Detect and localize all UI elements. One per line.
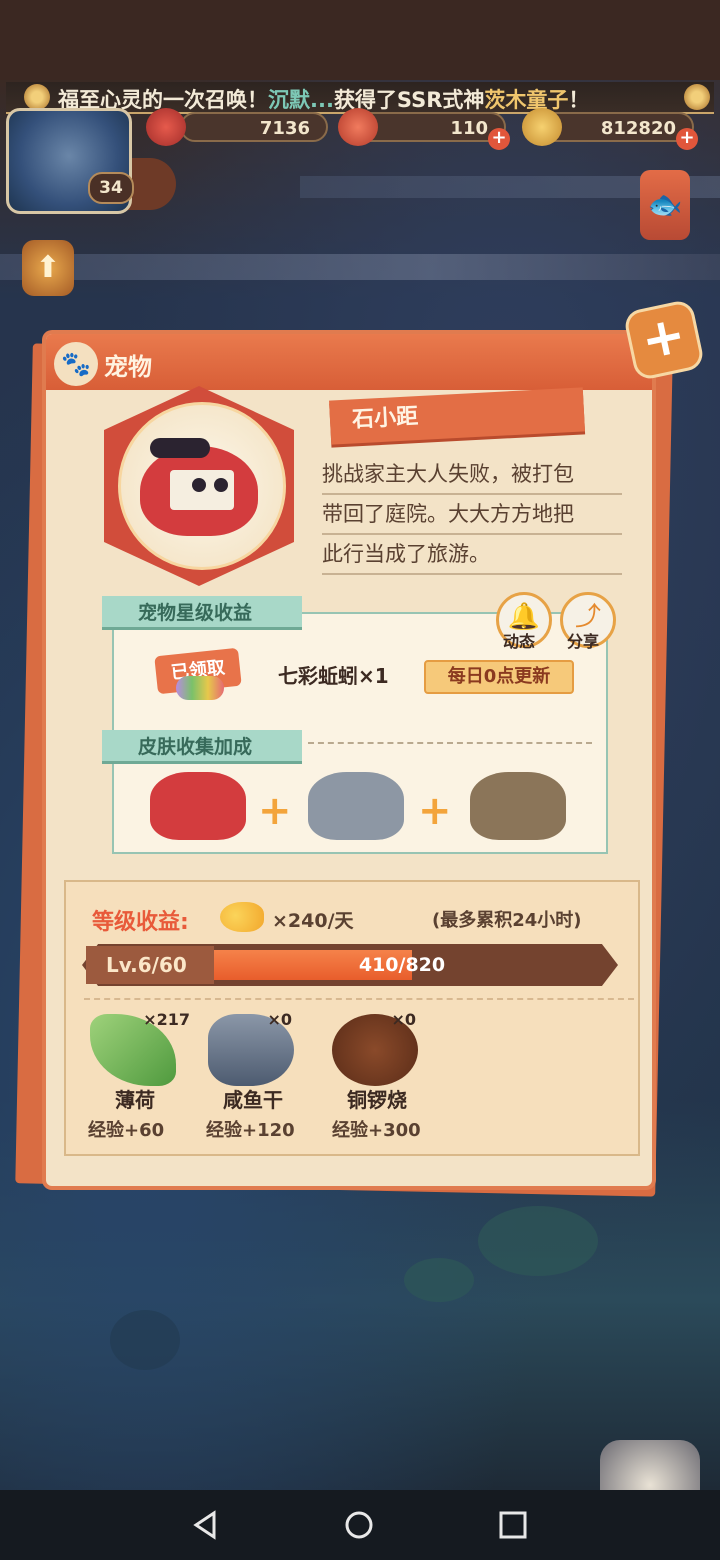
gold-counter: 812820 xyxy=(540,112,694,142)
food-item-dried-fish[interactable]: ×0 咸鱼干 经验+120 xyxy=(198,1006,308,1146)
stamina-icon xyxy=(338,108,378,146)
add-gold-button[interactable]: + xyxy=(676,128,698,150)
stamina-counter: 110 xyxy=(356,112,506,142)
announcement-text: 福至心灵的一次召唤！沉默...获得了SSR式神茨木童子！ xyxy=(58,88,590,112)
skin-red[interactable] xyxy=(150,772,246,840)
recents-icon[interactable] xyxy=(498,1510,528,1540)
whirlpool xyxy=(110,1310,180,1370)
skin-bonus-tag: 皮肤收集加成 xyxy=(102,730,302,764)
back-icon[interactable] xyxy=(190,1510,220,1540)
food-item-mint[interactable]: ×217 薄荷 经验+60 xyxy=(80,1006,190,1146)
add-stamina-button[interactable]: + xyxy=(488,128,510,150)
food-exp: 经验+300 xyxy=(332,1120,421,1141)
lily-pad xyxy=(478,1206,598,1276)
gouyu-icon xyxy=(146,108,186,146)
home-icon[interactable] xyxy=(344,1510,374,1540)
player-level-badge: 34 xyxy=(88,172,134,204)
food-count: ×0 xyxy=(267,1010,292,1029)
pet-name: 石小距 xyxy=(351,404,419,433)
activity-label: 动态 xyxy=(503,632,536,651)
refresh-note: 每日0点更新 xyxy=(424,660,574,694)
lily-pad xyxy=(404,1258,474,1302)
goldfish-icon xyxy=(220,902,264,932)
skin-brown[interactable] xyxy=(470,772,566,840)
pet-description: 挑战家主大人失败，被打包 带回了庭院。大大方方地把 此行当成了旅游。 xyxy=(322,455,622,575)
food-count: ×217 xyxy=(143,1010,190,1029)
panel-title: 宠物 xyxy=(104,353,152,381)
gouyu-counter: 7136 xyxy=(180,112,328,142)
skin-gray[interactable] xyxy=(308,772,404,840)
gold-coin-icon xyxy=(522,108,562,146)
status-bar-area xyxy=(0,0,720,80)
flower-icon xyxy=(24,84,50,110)
plus-icon: + xyxy=(258,788,292,834)
pet-eye xyxy=(192,478,206,492)
food-name: 咸鱼干 xyxy=(223,1088,283,1112)
pet-eye xyxy=(214,478,228,492)
up-arrow-button[interactable]: ⬆ xyxy=(22,240,74,296)
food-name: 薄荷 xyxy=(115,1088,155,1112)
income-rate: ×240/天 xyxy=(272,910,354,932)
pet-hat xyxy=(150,438,210,458)
divider xyxy=(308,742,592,744)
income-cap: (最多累积24小时) xyxy=(432,910,582,931)
level-indicator: Lv.6/60 xyxy=(86,946,214,984)
description-line: 带回了庭院。大大方方地把 xyxy=(322,495,622,535)
description-line: 挑战家主大人失败，被打包 xyxy=(322,455,622,495)
share-label: 分享 xyxy=(567,632,600,651)
plus-icon: + xyxy=(418,788,452,834)
background-deco xyxy=(0,254,720,280)
description-line: 此行当成了旅游。 xyxy=(322,535,622,575)
level-income-label: 等级收益: xyxy=(92,910,189,935)
food-name: 铜锣烧 xyxy=(347,1088,407,1112)
close-button[interactable]: + xyxy=(626,302,702,378)
food-item-dorayaki[interactable]: ×0 铜锣烧 经验+300 xyxy=(322,1006,432,1146)
star-income-tag: 宠物星级收益 xyxy=(102,596,302,630)
paw-icon: 🐾 xyxy=(54,342,98,386)
rainbow-worm-icon xyxy=(176,676,224,700)
food-exp: 经验+120 xyxy=(206,1120,295,1141)
reward-text: 七彩蚯蚓×1 xyxy=(278,664,389,688)
exp-text: 410/820 xyxy=(358,954,446,976)
divider xyxy=(84,998,634,1000)
flower-icon xyxy=(684,84,710,110)
food-count: ×0 xyxy=(391,1010,416,1029)
fish-banner-icon[interactable]: 🐟 xyxy=(640,170,690,240)
